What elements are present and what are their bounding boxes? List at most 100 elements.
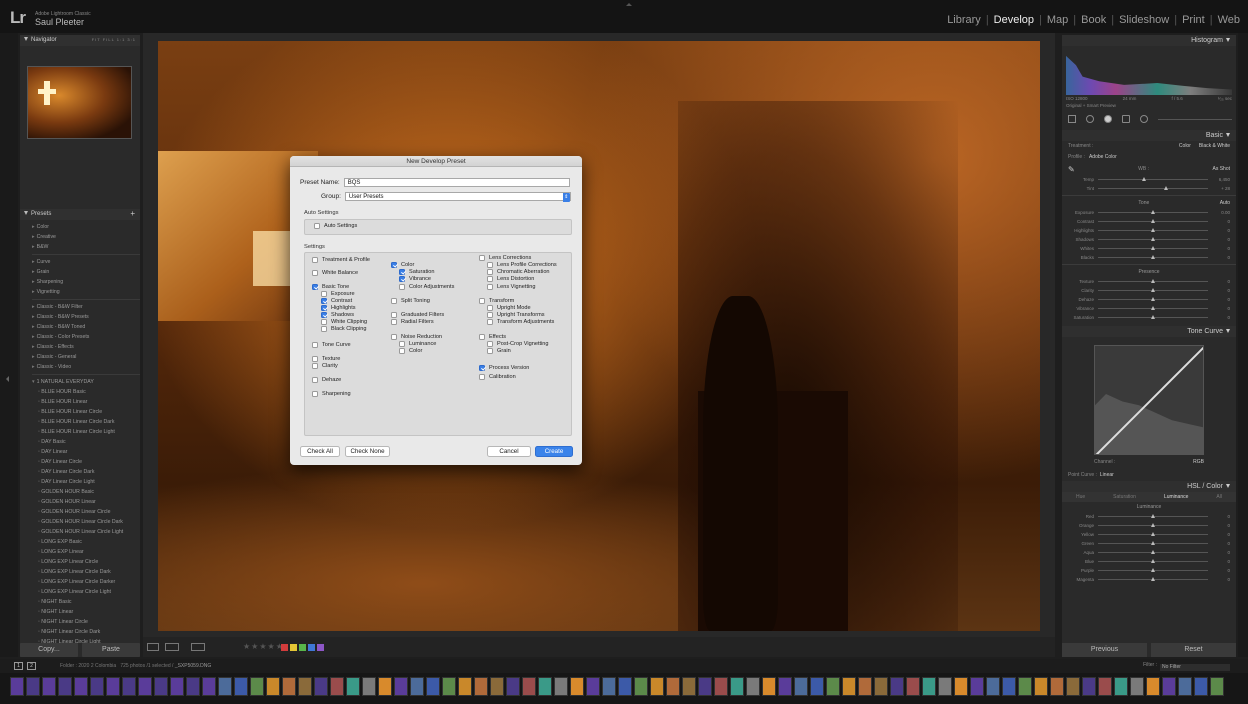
radial-filter-icon[interactable] [1140, 115, 1148, 123]
slider-track[interactable] [1098, 315, 1208, 319]
preset-item[interactable]: BLUE HOUR Linear [38, 397, 140, 407]
nr-color-checkbox[interactable]: Color [399, 347, 422, 354]
filmstrip-thumbnail[interactable] [122, 677, 136, 696]
filmstrip-thumbnail[interactable] [1082, 677, 1096, 696]
slider-track[interactable] [1098, 237, 1208, 241]
preset-folder[interactable]: ▸ Curve [32, 257, 140, 267]
module-print[interactable]: Print [1182, 14, 1205, 26]
filmstrip-thumbnail[interactable] [138, 677, 152, 696]
before-after-swap-icon[interactable] [191, 643, 205, 651]
transform-checkbox[interactable]: Transform [479, 297, 514, 304]
filmstrip-thumbnail[interactable] [74, 677, 88, 696]
filmstrip-thumbnail[interactable] [778, 677, 792, 696]
filmstrip-thumbnail[interactable] [522, 677, 536, 696]
auto-button[interactable]: Auto [1220, 200, 1230, 206]
radial-filters-checkbox[interactable]: Radial Filters [391, 318, 434, 325]
preset-item[interactable]: DAY Linear Circle [38, 457, 140, 467]
filmstrip-thumbnail[interactable] [1098, 677, 1112, 696]
filmstrip-thumbnail[interactable] [1066, 677, 1080, 696]
preset-folder[interactable]: ▸ Creative [32, 232, 140, 242]
purple-label-icon[interactable] [317, 644, 324, 651]
filmstrip-thumbnail[interactable] [202, 677, 216, 696]
module-slideshow[interactable]: Slideshow [1119, 14, 1169, 26]
preset-item[interactable]: LONG EXP Basic [38, 537, 140, 547]
filmstrip-thumbnail[interactable] [346, 677, 360, 696]
filmstrip-thumbnail[interactable] [810, 677, 824, 696]
effects-checkbox[interactable]: Effects [479, 333, 506, 340]
brush-slider-track[interactable] [1158, 119, 1232, 120]
hsl-header[interactable]: HSL / Color [1062, 481, 1236, 492]
filmstrip-thumbnail[interactable] [10, 677, 24, 696]
filmstrip-thumbnail[interactable] [794, 677, 808, 696]
chromatic-aberration-checkbox[interactable]: Chromatic Aberration [487, 268, 550, 275]
slider-value[interactable]: + 28 [1208, 186, 1230, 191]
yellow-label-icon[interactable] [290, 644, 297, 651]
histogram-graph[interactable] [1066, 55, 1232, 95]
slider-value[interactable]: 0 [1208, 288, 1230, 293]
grain-checkbox[interactable]: Grain [487, 347, 511, 354]
filmstrip-thumbnail[interactable] [746, 677, 760, 696]
previous-button[interactable]: Previous [1062, 643, 1147, 657]
filter-select[interactable]: No Filter [1160, 664, 1230, 671]
upright-mode-checkbox[interactable]: Upright Mode [487, 304, 531, 311]
filmstrip-thumbnail[interactable] [378, 677, 392, 696]
slider-thumb[interactable] [1151, 237, 1155, 241]
preset-item[interactable]: LONG EXP Linear Circle [38, 557, 140, 567]
filmstrip-thumbnail[interactable] [442, 677, 456, 696]
filmstrip-thumbnail[interactable] [1034, 677, 1048, 696]
preset-folder[interactable]: ▸ Classic - General [32, 352, 140, 362]
tab-saturation[interactable]: Saturation [1113, 494, 1136, 500]
treatment-color-option[interactable]: Color [1179, 143, 1191, 149]
preset-item[interactable]: NIGHT Linear Circle Dark [38, 627, 140, 637]
filmstrip-thumbnail[interactable] [826, 677, 840, 696]
slider-value[interactable]: 6,450 [1208, 177, 1230, 182]
preset-item[interactable]: GOLDEN HOUR Basic [38, 487, 140, 497]
slider-track[interactable] [1098, 532, 1208, 536]
filmstrip-thumbnail[interactable] [58, 677, 72, 696]
tone-curve-header[interactable]: Tone Curve [1062, 326, 1236, 337]
slider-thumb[interactable] [1151, 246, 1155, 250]
preset-item[interactable]: DAY Linear [38, 447, 140, 457]
module-map[interactable]: Map [1047, 14, 1068, 26]
filmstrip-thumbnail[interactable] [410, 677, 424, 696]
dehaze-checkbox[interactable]: Dehaze [312, 376, 341, 383]
preset-folder[interactable]: ▸ Classic - B&W Toned [32, 322, 140, 332]
slider-track[interactable] [1098, 279, 1208, 283]
slider-thumb[interactable] [1151, 514, 1155, 518]
preset-folder[interactable]: ▸ Classic - Effects [32, 342, 140, 352]
filmstrip-thumbnail[interactable] [362, 677, 376, 696]
preset-folder[interactable]: ▸ Classic - Color Presets [32, 332, 140, 342]
luminance-checkbox[interactable]: Luminance [399, 340, 436, 347]
tab-all[interactable]: All [1216, 494, 1222, 500]
slider-thumb[interactable] [1151, 210, 1155, 214]
filmstrip-thumbnail[interactable] [650, 677, 664, 696]
preset-folder[interactable]: ▸ Classic - B&W Presets [32, 312, 140, 322]
navigator-header[interactable]: Navigator FIT FILL 1:1 3:1 [20, 35, 140, 46]
preset-item[interactable]: LONG EXP Linear Circle Dark [38, 567, 140, 577]
filmstrip-thumbnail[interactable] [26, 677, 40, 696]
filmstrip-thumbnail[interactable] [314, 677, 328, 696]
slider-value[interactable]: 0 [1208, 514, 1230, 519]
slider-value[interactable]: 0 [1208, 279, 1230, 284]
filmstrip-thumbnail[interactable] [426, 677, 440, 696]
filmstrip-thumbnail[interactable] [90, 677, 104, 696]
filmstrip-thumbnail[interactable] [298, 677, 312, 696]
preset-item[interactable]: DAY Linear Circle Light [38, 477, 140, 487]
saturation-checkbox[interactable]: Saturation [399, 268, 435, 275]
histogram-header[interactable]: Histogram [1062, 35, 1236, 46]
slider-thumb[interactable] [1151, 228, 1155, 232]
preset-item[interactable]: LONG EXP Linear Circle Darker [38, 577, 140, 587]
preset-item[interactable]: GOLDEN HOUR Linear Circle [38, 507, 140, 517]
filmstrip-thumbnail[interactable] [970, 677, 984, 696]
preset-item[interactable]: BLUE HOUR Basic [38, 387, 140, 397]
slider-track[interactable] [1098, 177, 1208, 181]
slider-thumb[interactable] [1164, 186, 1169, 190]
filmstrip-thumbnail[interactable] [954, 677, 968, 696]
module-library[interactable]: Library [947, 14, 981, 26]
preset-item[interactable]: BLUE HOUR Linear Circle Light [38, 427, 140, 437]
wb-select[interactable]: As Shot [1212, 166, 1230, 172]
add-preset-icon[interactable]: + [130, 209, 135, 218]
slider-thumb[interactable] [1151, 279, 1155, 283]
create-button[interactable]: Create [535, 446, 573, 457]
slider-thumb[interactable] [1151, 577, 1155, 581]
